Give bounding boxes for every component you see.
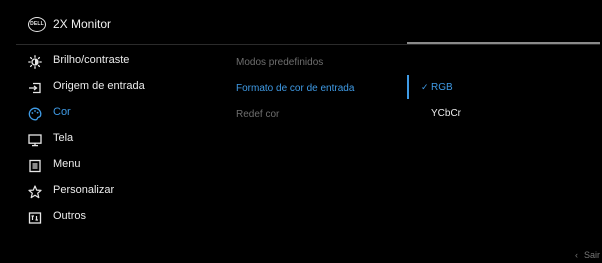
display-icon — [28, 133, 42, 147]
sidebar-item-cor[interactable]: Cor — [28, 104, 71, 124]
menu-icon — [28, 159, 42, 173]
osd-header: DELL 2X Monitor — [0, 0, 602, 46]
color-palette-icon — [28, 107, 42, 121]
submenu-item-formato-de-cor[interactable]: Formato de cor de entrada — [236, 83, 354, 94]
sidebar-item-label: Menu — [53, 158, 81, 170]
sidebar-item-label: Personalizar — [53, 184, 115, 196]
input-source-icon — [28, 81, 42, 95]
sidebar-item-label: Origem de entrada — [53, 80, 145, 92]
dell-logo: DELL — [28, 17, 46, 32]
exit-label: Sair — [584, 250, 601, 260]
others-icon — [28, 211, 42, 225]
option-ycbcr[interactable]: YCbCr — [431, 108, 461, 119]
sidebar-item-origem-de-entrada[interactable]: Origem de entrada — [28, 78, 145, 98]
brightness-icon — [28, 55, 42, 69]
submenu-item-redef-cor[interactable]: Redef cor — [236, 109, 279, 120]
selection-indicator — [407, 75, 409, 99]
sidebar-item-brilho-contraste[interactable]: Brilho/contraste — [28, 52, 129, 72]
sidebar-item-tela[interactable]: Tela — [28, 130, 73, 150]
sidebar-item-label: Cor — [53, 106, 71, 118]
sidebar-item-menu[interactable]: Menu — [28, 156, 81, 176]
sidebar-item-label: Brilho/contraste — [53, 54, 130, 66]
exit-button[interactable]: ‹ Sair — [575, 250, 600, 260]
submenu-item-modos-predefinidos[interactable]: Modos predefinidos — [236, 57, 323, 68]
sidebar-item-label: Outros — [53, 210, 87, 222]
chevron-left-icon: ‹ — [575, 250, 578, 260]
sidebar-item-label: Tela — [53, 132, 74, 144]
sidebar-item-personalizar[interactable]: Personalizar — [28, 182, 114, 202]
osd-title: 2X Monitor — [53, 17, 112, 31]
header-highlight-divider — [407, 42, 600, 44]
monitor-osd: DELL 2X Monitor Brilho/contraste Origem … — [0, 0, 602, 263]
check-icon: ✓ — [421, 82, 429, 92]
option-rgb[interactable]: RGB — [431, 82, 453, 93]
sidebar-item-outros[interactable]: Outros — [28, 208, 86, 228]
star-icon — [28, 185, 42, 199]
header-divider — [16, 44, 600, 45]
